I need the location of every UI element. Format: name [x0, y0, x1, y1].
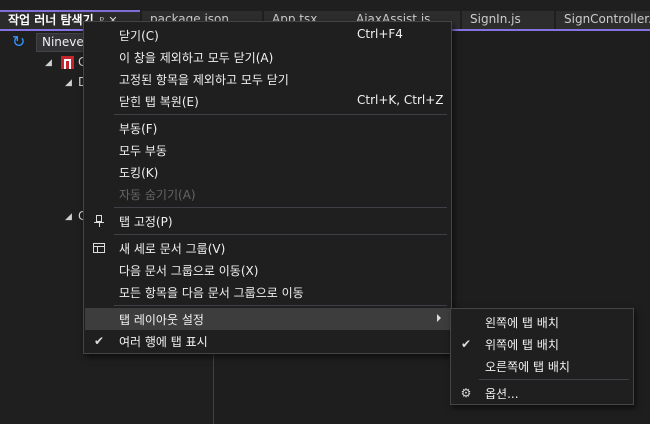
menu-separator — [114, 207, 447, 208]
menu-item-tab-layout[interactable]: 탭 레이아웃 설정 — [85, 308, 450, 330]
menu-item-move-all-to-next-group[interactable]: 모든 항목을 다음 문서 그룹으로 이동 — [85, 281, 450, 303]
tab-label: SignController.cs — [564, 12, 650, 26]
menu-item-multiple-rows[interactable]: ✔ 여러 행에 탭 표시 — [85, 330, 450, 352]
menu-item-close-all-but-this[interactable]: 이 창을 제외하고 모두 닫기(A) — [85, 46, 450, 68]
tab-layout-submenu: 왼쪽에 탭 배치 ✔ 위쪽에 탭 배치 오른쪽에 탭 배치 ⚙ 옵션... — [450, 308, 634, 405]
submenu-item-tabs-top[interactable]: ✔ 위쪽에 탭 배치 — [452, 333, 632, 355]
check-icon: ✔ — [93, 334, 105, 348]
menu-separator — [114, 305, 447, 306]
menu-item-shortcut: Ctrl+F4 — [357, 27, 403, 41]
tab-context-menu: 닫기(C) Ctrl+F4 이 창을 제외하고 모두 닫기(A) 고정된 항목을… — [83, 21, 452, 354]
menu-item-label: 모두 부동 — [119, 144, 167, 158]
tab-label: SignIn.js — [470, 12, 521, 26]
menu-item-auto-hide: 자동 숨기기(A) — [85, 183, 450, 205]
menu-separator — [114, 114, 447, 115]
project-icon — [61, 56, 74, 69]
menu-item-dock[interactable]: 도킹(K) — [85, 161, 450, 183]
menu-item-label: 탭 고정(P) — [119, 215, 173, 229]
tab-signcontroller-cs[interactable]: SignController.cs — [556, 11, 650, 30]
submenu-item-tabs-right[interactable]: 오른쪽에 탭 배치 — [452, 355, 632, 377]
menu-item-label: 옵션... — [485, 387, 519, 401]
menu-item-label: 모든 항목을 다음 문서 그룹으로 이동 — [119, 286, 304, 300]
menu-item-close[interactable]: 닫기(C) Ctrl+F4 — [85, 24, 450, 46]
menu-item-move-to-next-group[interactable]: 다음 문서 그룹으로 이동(X) — [85, 259, 450, 281]
tree-expand-arrow-icon[interactable]: ◢ — [65, 78, 72, 88]
menu-item-label: 닫힌 탭 복원(E) — [119, 95, 199, 109]
menu-item-label: 도킹(K) — [119, 166, 159, 180]
menu-separator — [114, 234, 447, 235]
check-icon: ✔ — [460, 337, 472, 351]
menu-item-label: 왼쪽에 탭 배치 — [485, 316, 559, 330]
menu-item-float-all[interactable]: 모두 부동 — [85, 139, 450, 161]
tab-label: 작업 러너 탐색기 — [8, 13, 94, 27]
menu-item-label: 다음 문서 그룹으로 이동(X) — [119, 264, 259, 278]
submenu-item-options[interactable]: ⚙ 옵션... — [452, 382, 632, 404]
menu-item-label: 새 세로 문서 그룹(V) — [119, 242, 226, 256]
menu-item-label: 고정된 항목을 제외하고 모두 닫기 — [119, 73, 289, 87]
menu-item-float[interactable]: 부동(F) — [85, 117, 450, 139]
submenu-item-tabs-left[interactable]: 왼쪽에 탭 배치 — [452, 311, 632, 333]
menu-separator — [479, 379, 629, 380]
menu-item-label: 부동(F) — [119, 122, 158, 136]
menu-item-reopen-closed-tab[interactable]: 닫힌 탭 복원(E) Ctrl+K, Ctrl+Z — [85, 90, 450, 112]
tree-expand-arrow-icon[interactable]: ◢ — [45, 58, 52, 68]
gear-icon: ⚙ — [460, 386, 472, 400]
pin-icon — [91, 213, 107, 229]
vertical-group-icon — [91, 240, 107, 256]
tree-expand-arrow-icon[interactable]: ◢ — [65, 212, 72, 222]
menu-item-pin-tab[interactable]: 탭 고정(P) — [85, 210, 450, 232]
menu-item-label: 자동 숨기기(A) — [119, 188, 196, 202]
submenu-arrow-icon — [437, 314, 441, 322]
menu-item-label: 오른쪽에 탭 배치 — [485, 360, 570, 374]
menu-item-label: 이 창을 제외하고 모두 닫기(A) — [119, 51, 274, 65]
menu-item-close-all-but-pinned[interactable]: 고정된 항목을 제외하고 모두 닫기 — [85, 68, 450, 90]
menu-item-label: 닫기(C) — [119, 29, 159, 43]
tab-signin-js[interactable]: SignIn.js — [462, 11, 554, 30]
menu-item-label: 여러 행에 탭 표시 — [119, 335, 208, 349]
menu-item-label: 위쪽에 탭 배치 — [485, 338, 559, 352]
menu-item-new-vertical-group[interactable]: 새 세로 문서 그룹(V) — [85, 237, 450, 259]
menu-item-label: 탭 레이아웃 설정 — [119, 313, 204, 327]
menu-item-shortcut: Ctrl+K, Ctrl+Z — [357, 93, 444, 107]
refresh-icon[interactable]: ↻ — [12, 34, 28, 50]
